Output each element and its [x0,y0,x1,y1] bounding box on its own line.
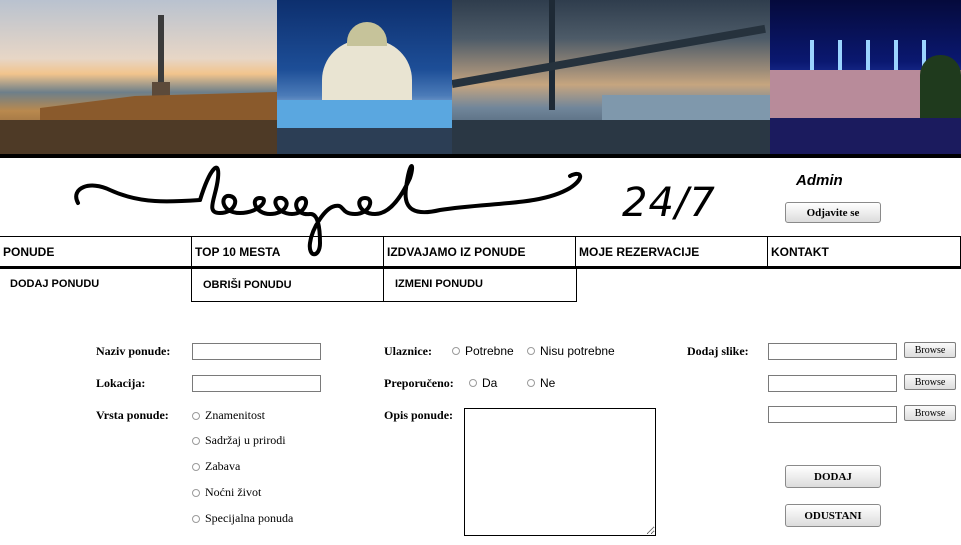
logo-number: 24/7 [622,180,716,226]
image-path-input-1[interactable] [768,343,897,360]
photo-fortress-night [770,0,961,154]
radio-icon [469,379,477,387]
subnav-item-izmeni[interactable]: IZMENI PONUDU [383,269,577,302]
recommended-option-label: Da [482,376,498,390]
nav-item-kontakt[interactable]: KONTAKT [768,237,961,267]
photo-bridge [452,0,770,154]
description-textarea[interactable] [464,408,656,536]
description-label: Opis ponude: [384,408,454,422]
main-nav: PONUDE TOP 10 MESTA IZDVAJAMO IZ PONUDE … [0,236,961,267]
location-label: Lokacija: [96,376,146,390]
type-label: Vrsta ponude: [96,408,169,422]
radio-icon [452,347,460,355]
type-option-label: Zabava [205,459,241,473]
type-option-specijalna[interactable]: Specijalna ponuda [192,511,293,526]
radio-icon [192,514,200,523]
browse-button-2[interactable]: Browse [904,374,956,390]
name-input[interactable] [192,343,321,360]
radio-icon [192,411,200,420]
recommended-option-label: Ne [540,376,556,390]
recommended-label: Preporučeno: [384,376,454,390]
name-label: Naziv ponude: [96,344,171,358]
type-option-label: Sadržaj u prirodi [205,433,286,447]
add-button[interactable]: DODAJ [785,465,881,488]
type-option-priroda[interactable]: Sadržaj u prirodi [192,433,286,448]
nav-item-ponude[interactable]: PONUDE [0,237,192,267]
radio-icon [192,462,200,471]
image-path-input-3[interactable] [768,406,897,423]
radio-icon [527,347,535,355]
nav-item-izdvajamo[interactable]: IZDVAJAMO IZ PONUDE [384,237,576,267]
radio-icon [192,436,200,445]
recommended-option-ne[interactable]: Ne [527,376,555,390]
nav-item-top10[interactable]: TOP 10 MESTA [192,237,384,267]
subnav-item-obrisi[interactable]: OBRIŠI PONUDU [191,269,384,302]
recommended-option-da[interactable]: Da [469,376,497,390]
banner [0,0,961,154]
type-option-znamenitost[interactable]: Znamenitost [192,408,265,423]
tickets-option-potrebne[interactable]: Potrebne [452,344,514,358]
image-path-input-2[interactable] [768,375,897,392]
logout-button[interactable]: Odjavite se [785,202,881,223]
type-option-label: Noćni život [205,485,262,499]
nav-item-rezervacije[interactable]: MOJE REZERVACIJE [576,237,768,267]
tickets-option-label: Nisu potrebne [540,344,615,358]
browse-button-1[interactable]: Browse [904,342,956,358]
browse-button-3[interactable]: Browse [904,405,956,421]
type-option-label: Znamenitost [205,408,265,422]
subnav-item-dodaj[interactable]: DODAJ PONUDU [0,269,192,299]
images-label: Dodaj slike: [687,344,749,358]
tickets-option-label: Potrebne [465,344,514,358]
photo-saint-sava [277,0,452,154]
type-option-nocni-zivot[interactable]: Noćni život [192,485,261,500]
admin-label: Admin [796,172,843,189]
type-option-label: Specijalna ponuda [205,511,294,525]
cancel-button[interactable]: ODUSTANI [785,504,881,527]
radio-icon [527,379,535,387]
tickets-label: Ulaznice: [384,344,432,358]
location-input[interactable] [192,375,321,392]
type-option-zabava[interactable]: Zabava [192,459,240,474]
tickets-option-nisu-potrebne[interactable]: Nisu potrebne [527,344,615,358]
radio-icon [192,488,200,497]
photo-kalemegdan [0,0,277,154]
